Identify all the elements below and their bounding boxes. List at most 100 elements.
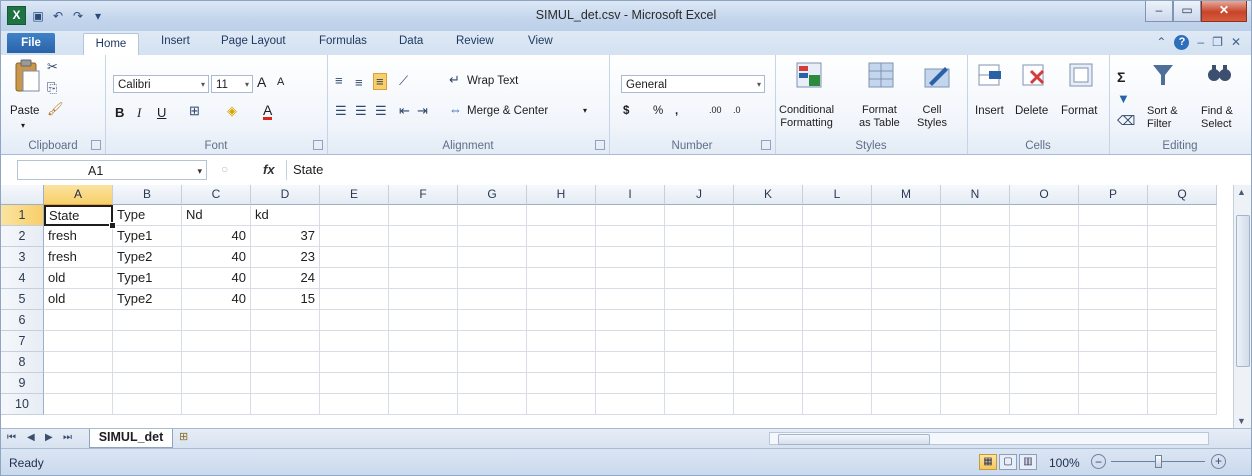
cell-g7[interactable]: [458, 331, 527, 352]
cell-p2[interactable]: [1079, 226, 1148, 247]
align-left-icon[interactable]: ☰: [335, 103, 347, 119]
cell-n3[interactable]: [941, 247, 1010, 268]
cell-j4[interactable]: [665, 268, 734, 289]
increase-indent-icon[interactable]: ⇥: [417, 103, 428, 119]
cell-j2[interactable]: [665, 226, 734, 247]
select-all-corner[interactable]: [1, 185, 44, 205]
cell-b2[interactable]: Type1: [113, 226, 182, 247]
minimize-ribbon-icon[interactable]: ⌃: [1156, 35, 1166, 50]
merge-center-button[interactable]: Merge & Center: [467, 105, 548, 117]
column-header-a[interactable]: A: [44, 185, 113, 205]
fill-color-icon[interactable]: ◈: [227, 103, 237, 119]
help-icon[interactable]: ?: [1174, 35, 1190, 50]
cell-q5[interactable]: [1148, 289, 1217, 310]
zoom-in-button[interactable]: +: [1211, 454, 1226, 469]
cell-p3[interactable]: [1079, 247, 1148, 268]
column-header-g[interactable]: G: [458, 185, 527, 205]
page-break-view-icon[interactable]: ▥: [1019, 454, 1037, 470]
row-header-9[interactable]: 9: [1, 373, 44, 394]
cell-k5[interactable]: [734, 289, 803, 310]
cell-b8[interactable]: [113, 352, 182, 373]
cell-p7[interactable]: [1079, 331, 1148, 352]
prev-sheet-icon[interactable]: ◀: [27, 432, 35, 443]
cell-l2[interactable]: [803, 226, 872, 247]
cell-d2[interactable]: 37: [251, 226, 320, 247]
fill-handle[interactable]: [109, 222, 116, 229]
shrink-font-button[interactable]: A: [277, 76, 284, 88]
sheet-tab-simul-det[interactable]: SIMUL_det: [89, 429, 173, 448]
first-sheet-icon[interactable]: ⏮: [7, 432, 16, 443]
cell-e4[interactable]: [320, 268, 389, 289]
cell-i5[interactable]: [596, 289, 665, 310]
cell-a10[interactable]: [44, 394, 113, 415]
cell-l9[interactable]: [803, 373, 872, 394]
column-header-c[interactable]: C: [182, 185, 251, 205]
cell-n8[interactable]: [941, 352, 1010, 373]
clipboard-dialog-launcher[interactable]: [91, 140, 101, 150]
row-header-4[interactable]: 4: [1, 268, 44, 289]
cell-k3[interactable]: [734, 247, 803, 268]
cell-i1[interactable]: [596, 205, 665, 226]
cell-l8[interactable]: [803, 352, 872, 373]
cell-f2[interactable]: [389, 226, 458, 247]
cell-i8[interactable]: [596, 352, 665, 373]
insert-sheet-icon[interactable]: ⊞: [179, 430, 215, 446]
cell-c8[interactable]: [182, 352, 251, 373]
cell-i4[interactable]: [596, 268, 665, 289]
row-header-3[interactable]: 3: [1, 247, 44, 268]
scroll-up-icon[interactable]: ▲: [1237, 187, 1246, 197]
cell-m8[interactable]: [872, 352, 941, 373]
cell-o10[interactable]: [1010, 394, 1079, 415]
cell-n7[interactable]: [941, 331, 1010, 352]
cell-f7[interactable]: [389, 331, 458, 352]
cell-m10[interactable]: [872, 394, 941, 415]
cell-l1[interactable]: [803, 205, 872, 226]
cell-e5[interactable]: [320, 289, 389, 310]
column-header-o[interactable]: O: [1010, 185, 1079, 205]
cell-f8[interactable]: [389, 352, 458, 373]
cell-f1[interactable]: [389, 205, 458, 226]
next-sheet-icon[interactable]: ▶: [45, 432, 53, 443]
maximize-button[interactable]: ▭: [1173, 1, 1201, 22]
cell-a3[interactable]: fresh: [44, 247, 113, 268]
chevron-down-icon[interactable]: ▾: [583, 106, 587, 115]
cell-m2[interactable]: [872, 226, 941, 247]
clear-icon[interactable]: ⌫: [1117, 113, 1135, 129]
format-as-table-button[interactable]: Format as Table: [859, 104, 900, 130]
cell-j3[interactable]: [665, 247, 734, 268]
cell-m7[interactable]: [872, 331, 941, 352]
column-header-h[interactable]: H: [527, 185, 596, 205]
cell-p5[interactable]: [1079, 289, 1148, 310]
cell-h10[interactable]: [527, 394, 596, 415]
cell-e1[interactable]: [320, 205, 389, 226]
cell-m1[interactable]: [872, 205, 941, 226]
column-header-j[interactable]: J: [665, 185, 734, 205]
normal-view-icon[interactable]: ▦: [979, 454, 997, 470]
cell-h1[interactable]: [527, 205, 596, 226]
column-header-n[interactable]: N: [941, 185, 1010, 205]
cell-d5[interactable]: 15: [251, 289, 320, 310]
cell-f10[interactable]: [389, 394, 458, 415]
cell-m3[interactable]: [872, 247, 941, 268]
cell-o5[interactable]: [1010, 289, 1079, 310]
wrap-text-button[interactable]: Wrap Text: [467, 75, 518, 87]
cell-g4[interactable]: [458, 268, 527, 289]
bold-button[interactable]: B: [115, 105, 124, 120]
zoom-out-button[interactable]: −: [1091, 454, 1106, 469]
cell-g1[interactable]: [458, 205, 527, 226]
cell-h8[interactable]: [527, 352, 596, 373]
grow-font-button[interactable]: A: [257, 74, 266, 90]
tab-file[interactable]: File: [7, 33, 55, 53]
cell-q4[interactable]: [1148, 268, 1217, 289]
cell-b10[interactable]: [113, 394, 182, 415]
cell-f6[interactable]: [389, 310, 458, 331]
insert-function-button[interactable]: fx: [263, 162, 275, 177]
cell-m5[interactable]: [872, 289, 941, 310]
cell-b9[interactable]: [113, 373, 182, 394]
cell-q3[interactable]: [1148, 247, 1217, 268]
tab-page-layout[interactable]: Page Layout: [221, 35, 286, 47]
cell-l7[interactable]: [803, 331, 872, 352]
cell-g8[interactable]: [458, 352, 527, 373]
cell-c3[interactable]: 40: [182, 247, 251, 268]
cell-p1[interactable]: [1079, 205, 1148, 226]
